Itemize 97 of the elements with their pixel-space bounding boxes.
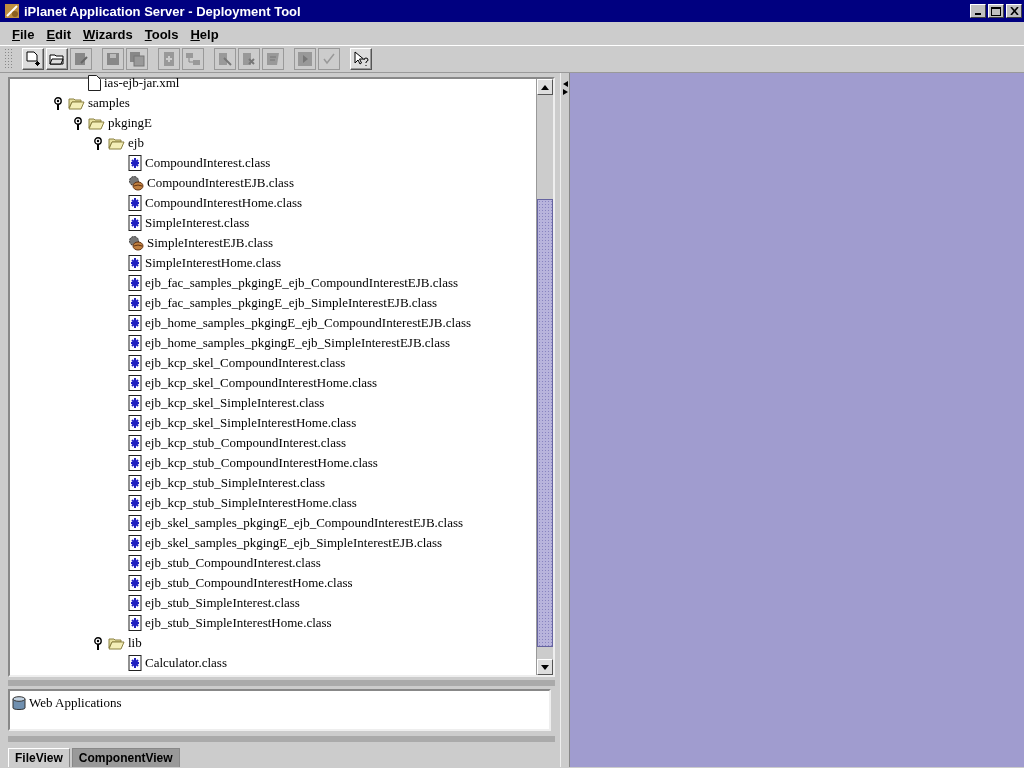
bean-gear-icon: [128, 235, 144, 251]
up-arrow-icon[interactable]: [541, 84, 549, 90]
notes-icon: [265, 51, 281, 67]
folder-icon: [108, 636, 125, 650]
database-icon: [12, 695, 26, 711]
file-label[interactable]: ias-ejb-jar.xml: [104, 75, 180, 91]
file-label[interactable]: SimpleInterestEJB.class: [147, 235, 273, 251]
file-label[interactable]: ejb_stub_SimpleInterest.class: [145, 595, 300, 611]
remove-icon: [241, 51, 257, 67]
close-icon: [1009, 7, 1019, 15]
file-label[interactable]: ejb_kcp_stub_CompoundInterestHome.class: [145, 455, 378, 471]
class-file-icon: [128, 575, 142, 591]
run-icon: [297, 51, 313, 67]
file-label[interactable]: ejb_skel_samples_pkgingE_ejb_CompoundInterestEJB.class: [145, 515, 464, 531]
menu-item[interactable]: File: [6, 27, 41, 42]
folder-label[interactable]: ejb: [128, 135, 144, 151]
file-label[interactable]: ejb_fac_samples_pkgingE_ejb_SimpleInterestEJB.class: [145, 295, 438, 311]
scrollbar-thumb[interactable]: [537, 199, 553, 647]
class-file-icon: [128, 415, 142, 431]
window-title: iPlanet Application Server - Deployment Tool: [24, 3, 302, 19]
file-label[interactable]: ejb_kcp_skel_CompoundInterest.class: [145, 355, 346, 371]
class-file-icon: [128, 155, 142, 171]
expand-handle-icon[interactable]: [74, 116, 82, 130]
file-label[interactable]: ejb_home_samples_pkgingE_ejb_SimpleInterestEJB.class: [145, 335, 451, 351]
menu-item[interactable]: Help: [184, 27, 225, 42]
folder-label[interactable]: samples: [88, 95, 130, 111]
move-icon: [185, 51, 201, 67]
expand-handle-icon[interactable]: [54, 96, 62, 110]
file-label[interactable]: ejb_stub_CompoundInterestHome.class: [145, 575, 353, 591]
file-label[interactable]: CompoundInterestEJB.class: [147, 175, 294, 191]
class-file-icon: [128, 615, 142, 631]
bean-gear-icon: [128, 175, 144, 191]
file-label[interactable]: ejb_home_samples_pkgingE_ejb_CompoundInterestEJB.class: [145, 315, 472, 331]
folder-icon: [88, 116, 105, 130]
maximize-button[interactable]: [988, 4, 1004, 18]
check-icon: [321, 51, 337, 67]
close-button[interactable]: [1006, 4, 1022, 18]
file-label[interactable]: CompoundInterest.class: [145, 155, 271, 171]
file-label[interactable]: ejb_stub_SimpleInterestHome.class: [145, 615, 332, 631]
open-icon: [49, 51, 65, 67]
class-file-icon: [128, 595, 142, 611]
class-file-icon: [128, 435, 142, 451]
class-file-icon: [128, 395, 142, 411]
class-file-icon: [128, 515, 142, 531]
file-label[interactable]: SimpleInterestHome.class: [145, 255, 282, 271]
file-label[interactable]: SimpleInterest.class: [145, 215, 250, 231]
minimize-button[interactable]: [970, 4, 986, 18]
scrollbar[interactable]: [536, 79, 553, 676]
help-icon: [353, 51, 369, 67]
file-label[interactable]: CompoundInterestHome.class: [145, 195, 303, 211]
module-label[interactable]: Web Applications: [29, 695, 122, 712]
app-icon: [4, 3, 20, 19]
class-file-icon: [128, 275, 142, 291]
class-file-icon: [128, 315, 142, 331]
file-label[interactable]: Calculator.class: [145, 655, 227, 671]
class-file-icon: [128, 495, 142, 511]
folder-label[interactable]: lib: [128, 635, 142, 651]
class-file-icon: [128, 355, 142, 371]
class-file-icon: [128, 535, 142, 551]
file-label[interactable]: ejb_kcp_stub_SimpleInterestHome.class: [145, 495, 357, 511]
expand-handle-icon[interactable]: [94, 136, 102, 150]
menu-item[interactable]: Tools: [138, 27, 185, 42]
class-file-icon: [128, 215, 142, 231]
expand-handle-icon[interactable]: [94, 636, 102, 650]
file-label[interactable]: ejb_kcp_stub_SimpleInterest.class: [145, 475, 326, 491]
down-arrow-icon[interactable]: [541, 664, 549, 670]
class-file-icon: [128, 555, 142, 571]
menu-item[interactable]: Wizards: [77, 27, 139, 42]
class-file-icon: [128, 475, 142, 491]
add-icon: [161, 51, 177, 67]
class-file-icon: [128, 375, 142, 391]
file-label[interactable]: ejb_kcp_stub_CompoundInterest.class: [145, 435, 347, 451]
folder-icon: [108, 136, 125, 150]
view-tab[interactable]: ComponentView: [71, 748, 180, 767]
class-file-icon: [128, 455, 142, 471]
new-icon: [25, 51, 41, 67]
class-file-icon: [128, 195, 142, 211]
properties-icon: [73, 51, 89, 67]
save-all-icon: [129, 51, 145, 67]
class-file-icon: [128, 655, 142, 671]
file-label[interactable]: ejb_skel_samples_pkgingE_ejb_SimpleInterestEJB.class: [145, 535, 443, 551]
class-file-icon: [128, 255, 142, 271]
folder-icon: [68, 96, 85, 110]
maximize-icon: [991, 6, 1001, 16]
class-file-icon: [128, 295, 142, 311]
folder-label[interactable]: pkgingE: [108, 115, 153, 131]
save-icon: [105, 51, 121, 67]
file-label[interactable]: ejb_stub_CompoundInterest.class: [145, 555, 321, 571]
collapse-arrows-icon[interactable]: [562, 81, 568, 95]
file-label[interactable]: ejb_kcp_skel_CompoundInterestHome.class: [145, 375, 378, 391]
view-tab[interactable]: FileView: [8, 748, 70, 767]
edit-icon: [217, 51, 233, 67]
file-label[interactable]: ejb_kcp_skel_SimpleInterestHome.class: [145, 415, 357, 431]
file-label[interactable]: ejb_kcp_skel_SimpleInterest.class: [145, 395, 325, 411]
class-file-icon: [128, 335, 142, 351]
menu-item[interactable]: Edit: [40, 27, 77, 42]
file-label[interactable]: ejb_fac_samples_pkgingE_ejb_CompoundInterestEJB.class: [145, 275, 459, 291]
